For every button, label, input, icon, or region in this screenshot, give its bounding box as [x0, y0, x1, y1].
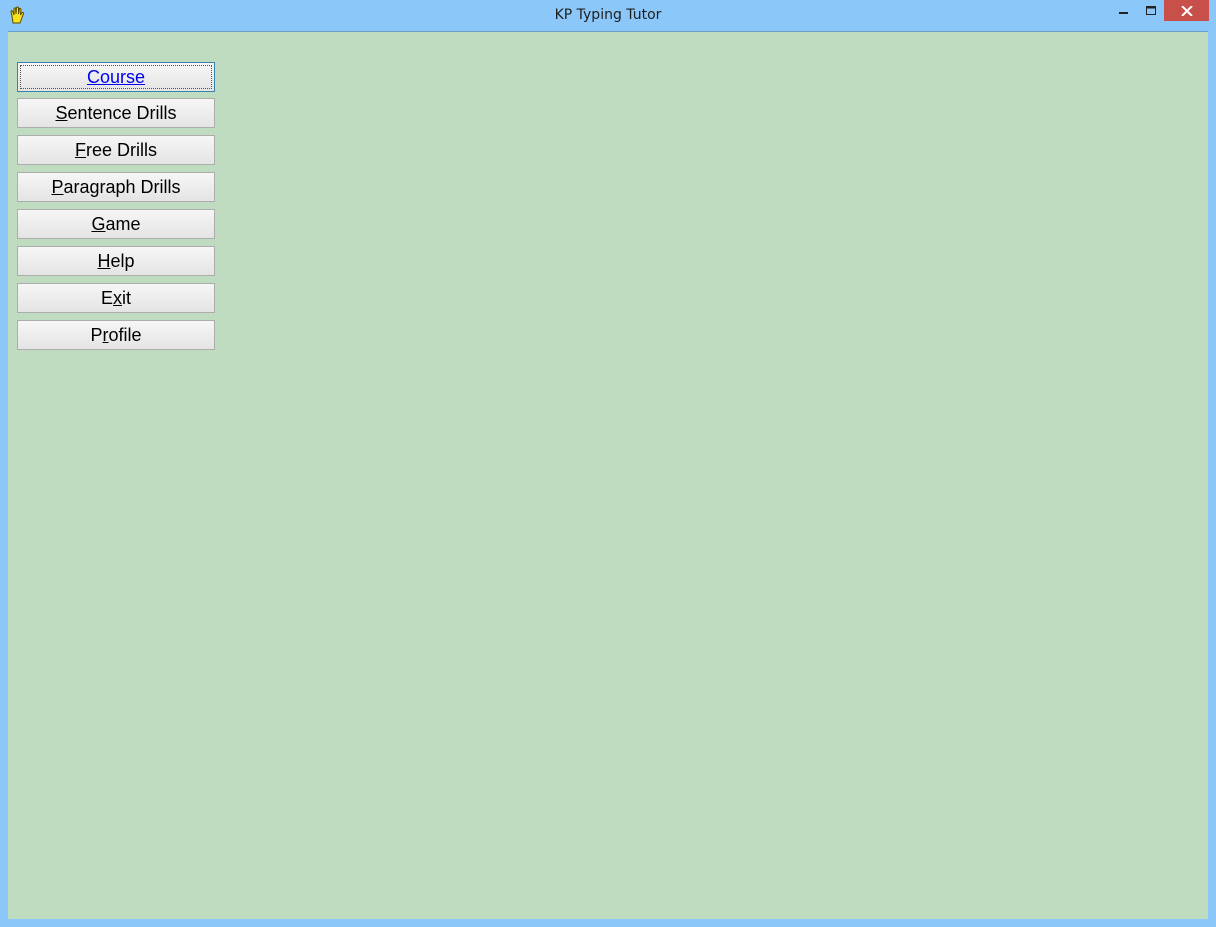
minimize-icon: [1119, 11, 1128, 14]
course-button[interactable]: Course: [17, 62, 215, 92]
profile-button[interactable]: Profile: [17, 320, 215, 350]
maximize-icon: [1145, 5, 1156, 15]
title-bar[interactable]: KP Typing Tutor: [0, 0, 1216, 30]
help-button[interactable]: Help: [17, 246, 215, 276]
paragraph-drills-button[interactable]: Paragraph Drills: [17, 172, 215, 202]
free-drills-button[interactable]: Free Drills: [17, 135, 215, 165]
sentence-drills-button[interactable]: Sentence Drills: [17, 98, 215, 128]
close-icon: [1180, 5, 1193, 16]
minimize-button[interactable]: [1111, 0, 1137, 21]
maximize-button[interactable]: [1137, 0, 1164, 21]
app-window: KP Typing Tutor Course Sentence Drills F…: [0, 0, 1216, 927]
game-button[interactable]: Game: [17, 209, 215, 239]
exit-button[interactable]: Exit: [17, 283, 215, 313]
window-title: KP Typing Tutor: [554, 7, 662, 23]
close-button[interactable]: [1164, 0, 1209, 21]
